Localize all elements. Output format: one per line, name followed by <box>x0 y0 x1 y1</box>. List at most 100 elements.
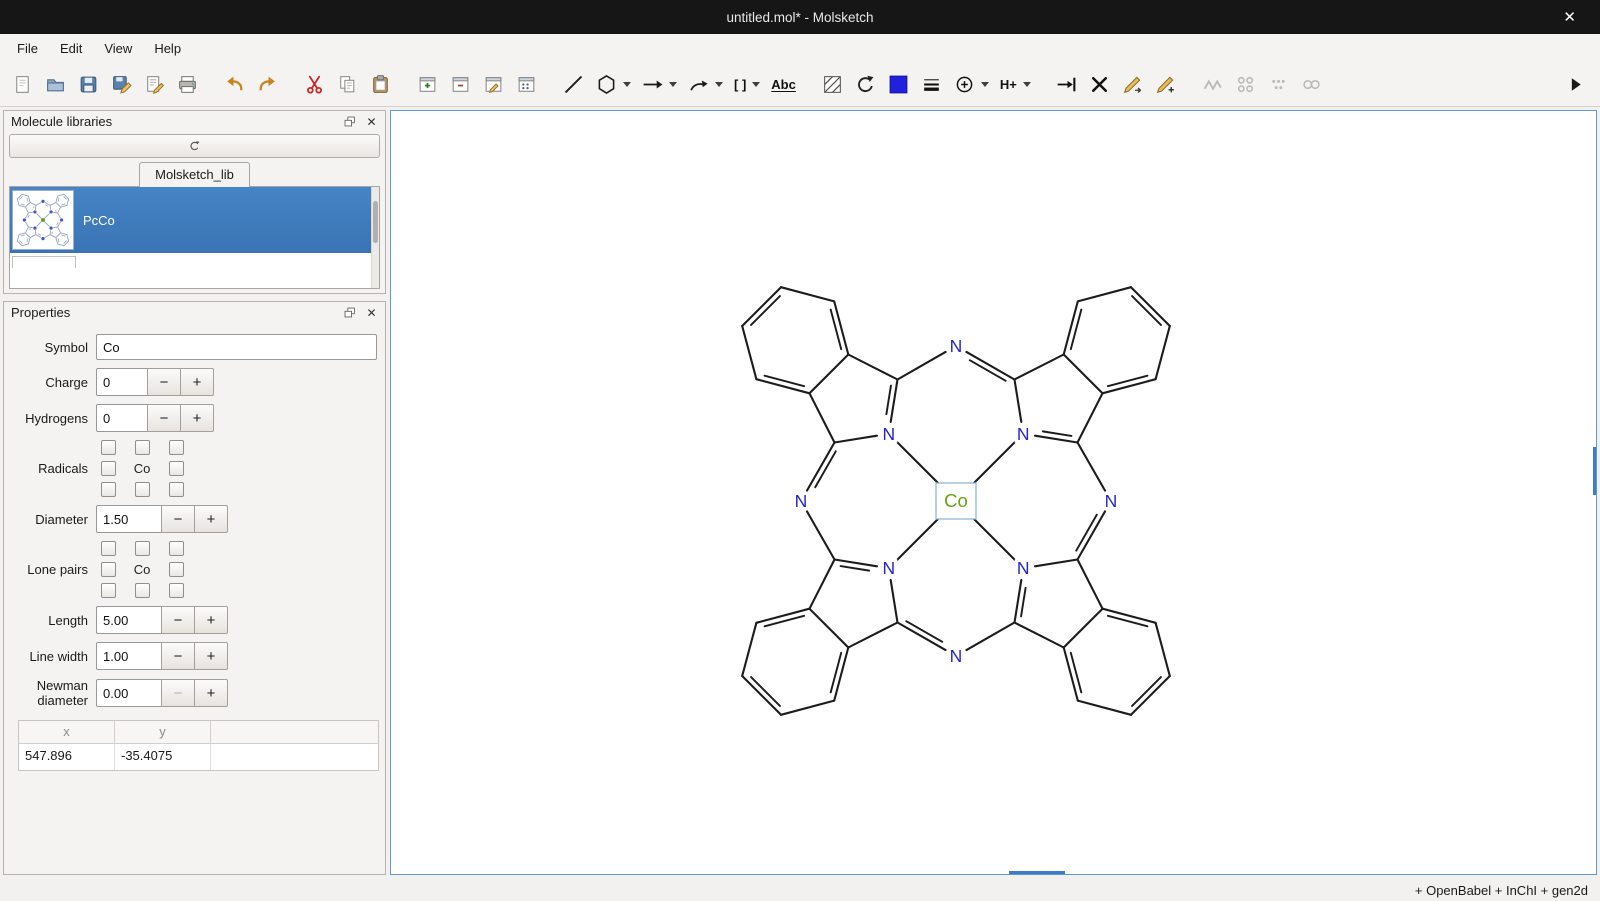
length-decrement-button[interactable]: − <box>161 606 195 634</box>
coord-x-cell[interactable]: 547.896 <box>19 744 115 770</box>
library-item-next-partial[interactable] <box>10 256 379 268</box>
line-width-tool[interactable] <box>915 69 948 100</box>
hydrogen-tool[interactable]: H+ <box>994 69 1023 100</box>
remove-molecule-button[interactable] <box>444 69 477 100</box>
edit-molecule-button[interactable] <box>477 69 510 100</box>
cut-button[interactable] <box>298 69 331 100</box>
lone-pairs-checkbox[interactable] <box>169 562 184 577</box>
diameter-input[interactable] <box>96 505 162 533</box>
lone-pairs-checkbox[interactable] <box>169 583 184 598</box>
atom-label-n[interactable]: N <box>1105 491 1118 511</box>
paste-button[interactable] <box>364 69 397 100</box>
lone-pairs-checkbox[interactable] <box>101 541 116 556</box>
diameter-decrement-button[interactable]: − <box>161 505 195 533</box>
atom-label-co[interactable]: Co <box>944 490 968 511</box>
atom-label-n[interactable]: N <box>882 424 895 444</box>
open-library-button[interactable] <box>510 69 543 100</box>
atom-label-n[interactable]: N <box>1017 424 1030 444</box>
undo-button[interactable] <box>218 69 251 100</box>
bracket-tool-dropdown-icon[interactable] <box>752 82 760 87</box>
radicals-checkbox[interactable] <box>135 482 150 497</box>
toolbar-extender[interactable] <box>1559 69 1592 100</box>
line-width-increment-button[interactable]: + <box>194 642 228 670</box>
lone-pairs-checkbox[interactable] <box>135 541 150 556</box>
new-file-button[interactable] <box>6 69 39 100</box>
lone-pairs-checkbox[interactable] <box>169 541 184 556</box>
library-close-icon[interactable]: ✕ <box>363 113 380 130</box>
open-file-button[interactable] <box>39 69 72 100</box>
save-as-button[interactable] <box>105 69 138 100</box>
charge-increment-button[interactable]: + <box>180 368 214 396</box>
atom-label-n[interactable]: N <box>882 558 895 578</box>
line-width-decrement-button[interactable]: − <box>161 642 195 670</box>
menu-view[interactable]: View <box>93 37 143 60</box>
properties-close-icon[interactable]: ✕ <box>363 304 380 321</box>
insert-molecule-button[interactable] <box>411 69 444 100</box>
line-width-input[interactable] <box>96 642 162 670</box>
radicals-checkbox[interactable] <box>169 440 184 455</box>
radicals-checkbox[interactable] <box>135 440 150 455</box>
copy-button[interactable] <box>331 69 364 100</box>
redo-button[interactable] <box>251 69 284 100</box>
properties-float-icon[interactable] <box>341 304 358 321</box>
atom-label-n[interactable]: N <box>795 491 808 511</box>
lone-pairs-checkbox[interactable] <box>135 583 150 598</box>
charge-decrement-button[interactable]: − <box>147 368 181 396</box>
newman-diameter-input[interactable] <box>96 679 162 707</box>
canvas-vertical-scrollbar[interactable] <box>1593 447 1596 495</box>
text-tool[interactable]: Abc <box>765 69 802 100</box>
hydrogen-tool-dropdown-icon[interactable] <box>1023 82 1031 87</box>
menu-help[interactable]: Help <box>143 37 192 60</box>
color-picker-button[interactable] <box>882 69 915 100</box>
library-refresh-button[interactable] <box>9 134 380 158</box>
library-item-pcco[interactable]: PcCo <box>10 187 379 253</box>
sequence-tool[interactable] <box>1229 69 1262 100</box>
lone-pairs-checkbox[interactable] <box>101 562 116 577</box>
rotate-tool[interactable] <box>849 69 882 100</box>
newman-diameter-decrement-button[interactable]: − <box>161 679 195 707</box>
save-button[interactable] <box>72 69 105 100</box>
radicals-checkbox[interactable] <box>101 482 116 497</box>
mechanism-pen-tool[interactable] <box>1116 69 1149 100</box>
radicals-checkbox[interactable] <box>101 461 116 476</box>
library-scrollbar-handle[interactable] <box>373 201 378 243</box>
mechanism-arrow-tool[interactable] <box>682 69 715 100</box>
library-float-icon[interactable] <box>341 113 358 130</box>
draw-bond-tool[interactable] <box>557 69 590 100</box>
menu-edit[interactable]: Edit <box>49 37 93 60</box>
atom-label-n[interactable]: N <box>950 336 963 356</box>
chain-tool[interactable] <box>1196 69 1229 100</box>
length-input[interactable] <box>96 606 162 634</box>
drawing-canvas[interactable]: Co N N N N N N N N <box>390 110 1597 875</box>
charge-input[interactable] <box>96 368 148 396</box>
newman-diameter-increment-button[interactable]: + <box>194 679 228 707</box>
length-increment-button[interactable]: + <box>194 606 228 634</box>
title-bar[interactable]: untitled.mol* - Molsketch ✕ <box>0 0 1600 34</box>
bracket-tool[interactable]: [ ] <box>728 69 752 100</box>
charge-pen-tool[interactable] <box>1149 69 1182 100</box>
connect-tool[interactable] <box>1050 69 1083 100</box>
lone-pairs-checkbox[interactable] <box>101 583 116 598</box>
print-button[interactable] <box>171 69 204 100</box>
fused-rings-tool[interactable] <box>1295 69 1328 100</box>
edit-source-button[interactable] <box>138 69 171 100</box>
radicals-checkbox[interactable] <box>169 482 184 497</box>
atom-label-n[interactable]: N <box>950 646 963 666</box>
tab-molsketch-lib[interactable]: Molsketch_lib <box>139 162 250 187</box>
ring-tool-dropdown-icon[interactable] <box>623 82 631 87</box>
atom-label-n[interactable]: N <box>1017 558 1030 578</box>
charge-tool-dropdown-icon[interactable] <box>981 82 989 87</box>
symbol-input[interactable] <box>96 334 377 360</box>
library-scrollbar[interactable] <box>371 187 379 288</box>
diameter-increment-button[interactable]: + <box>194 505 228 533</box>
hydrogens-increment-button[interactable]: + <box>180 404 214 432</box>
delete-tool[interactable] <box>1083 69 1116 100</box>
hydrogens-decrement-button[interactable]: − <box>147 404 181 432</box>
menu-file[interactable]: File <box>6 37 49 60</box>
charge-tool[interactable] <box>948 69 981 100</box>
molecule-pcco[interactable]: Co N N N N N N N N <box>742 287 1170 715</box>
molecule-canvas-svg[interactable]: Co N N N N N N N N <box>391 111 1596 874</box>
ring-tool[interactable] <box>590 69 623 100</box>
radicals-checkbox[interactable] <box>169 461 184 476</box>
window-close-icon[interactable]: ✕ <box>1557 0 1582 34</box>
